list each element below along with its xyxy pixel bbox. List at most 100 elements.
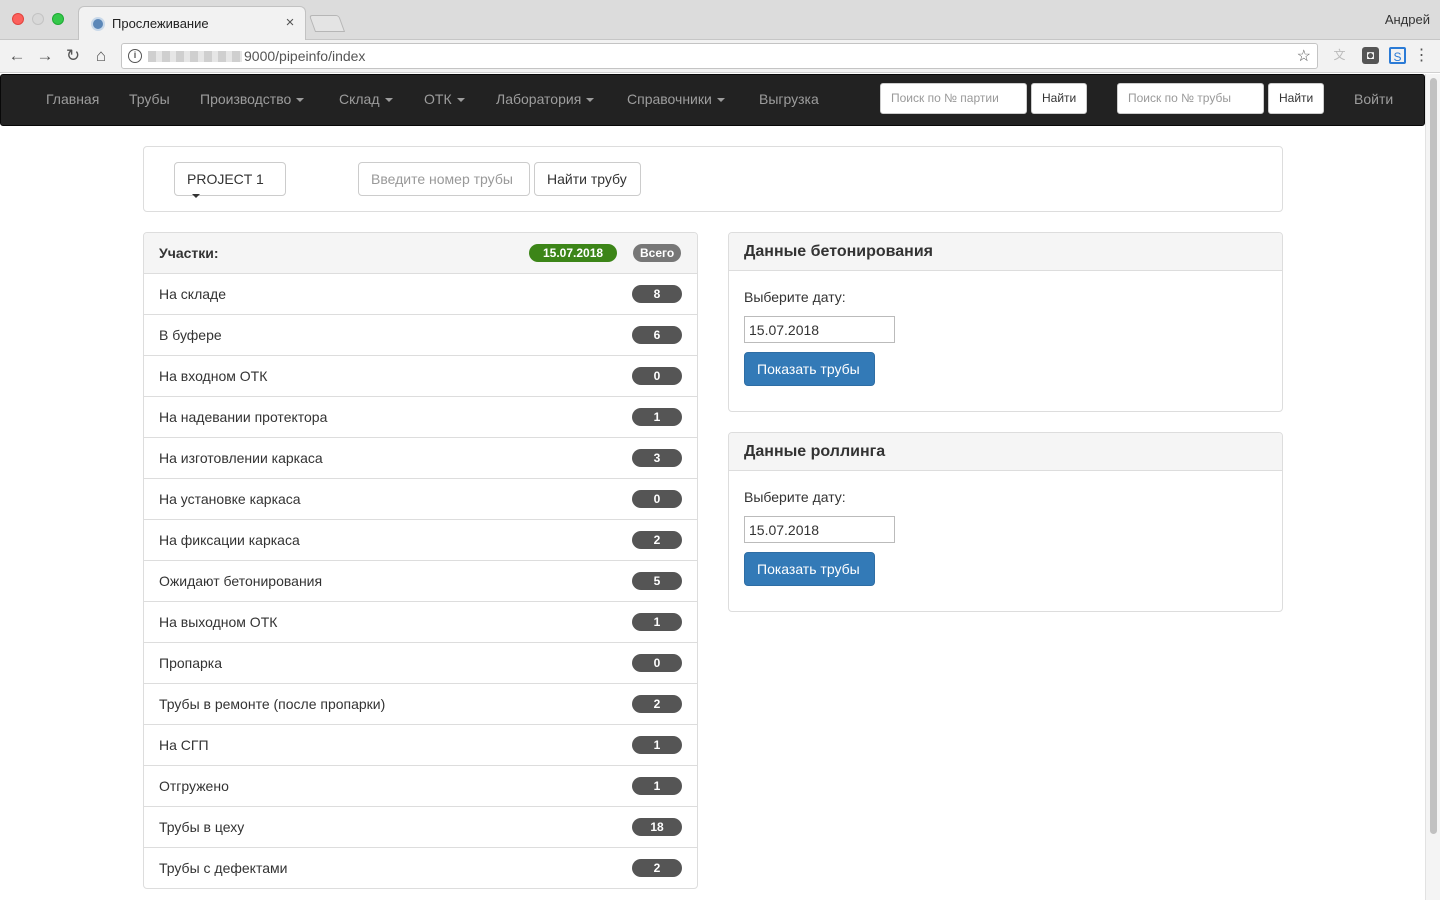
- nav-home[interactable]: Главная: [46, 91, 99, 107]
- section-label: Трубы в цеху: [159, 819, 245, 835]
- rolling-header: Данные роллинга: [729, 433, 1282, 471]
- nav-production-dropdown[interactable]: Производство: [200, 91, 305, 107]
- bookmark-star-icon[interactable]: ☆: [1297, 46, 1311, 66]
- list-item[interactable]: В буфере 6: [144, 315, 697, 356]
- pipe-search-input[interactable]: Поиск по № трубы: [1117, 83, 1264, 114]
- pipe-number-input[interactable]: Введите номер трубы: [358, 162, 530, 196]
- forward-arrow-icon[interactable]: →: [34, 45, 56, 67]
- concreting-show-pipes-button[interactable]: Показать трубы: [744, 352, 875, 386]
- section-label: На фиксации каркаса: [159, 532, 300, 548]
- list-item[interactable]: На установке каркаса 0: [144, 479, 697, 520]
- sync-extension-icon[interactable]: S: [1389, 47, 1406, 64]
- list-item[interactable]: Трубы в цеху 18: [144, 807, 697, 848]
- browser-tabbar: Прослеживание × Андрей: [0, 0, 1440, 41]
- count-badge: 0: [632, 490, 682, 508]
- home-icon[interactable]: ⌂: [90, 45, 112, 67]
- nav-references-label: Справочники: [627, 91, 712, 107]
- nav-otk-label: ОТК: [424, 91, 452, 107]
- profile-name[interactable]: Андрей: [1385, 12, 1430, 27]
- pipe-search-panel: PROJECT 1 Введите номер трубы Найти труб…: [143, 146, 1283, 212]
- list-item[interactable]: На надевании протектора 1: [144, 397, 697, 438]
- chevron-down-icon: [192, 194, 200, 199]
- maximize-window-button[interactable]: [52, 13, 64, 25]
- total-badge: Всего: [633, 244, 682, 262]
- count-badge: 2: [632, 859, 682, 877]
- rolling-date-input[interactable]: 15.07.2018: [744, 516, 895, 543]
- close-window-button[interactable]: [12, 13, 24, 25]
- list-item[interactable]: На входном ОТК 0: [144, 356, 697, 397]
- batch-find-button[interactable]: Найти: [1031, 83, 1087, 114]
- batch-search-input[interactable]: Поиск по № партии: [880, 83, 1027, 114]
- project-dropdown[interactable]: PROJECT 1: [174, 162, 286, 199]
- list-item[interactable]: Отгружено 1: [144, 766, 697, 807]
- section-label: На надевании протектора: [159, 409, 328, 425]
- list-item[interactable]: На выходном ОТК 1: [144, 602, 697, 643]
- list-item[interactable]: Трубы с дефектами 2: [144, 848, 697, 888]
- tab-close-icon[interactable]: ×: [283, 14, 297, 31]
- list-item[interactable]: Трубы в ремонте (после пропарки) 2: [144, 684, 697, 725]
- sections-title: Участки:: [159, 245, 219, 261]
- section-label: На складе: [159, 286, 226, 302]
- section-label: Пропарка: [159, 655, 223, 671]
- count-badge: 5: [632, 572, 682, 590]
- section-label: На изготовлении каркаса: [159, 450, 323, 466]
- count-badge: 0: [632, 367, 682, 385]
- tab-title: Прослеживание: [112, 16, 209, 31]
- translate-extension-icon[interactable]: 文: [1331, 47, 1348, 64]
- browser-tab-active[interactable]: Прослеживание ×: [78, 6, 306, 41]
- count-badge: 1: [632, 777, 682, 795]
- section-label: Трубы с дефектами: [159, 860, 288, 876]
- list-item[interactable]: На складе 8: [144, 274, 697, 315]
- section-label: В буфере: [159, 327, 222, 343]
- nav-laboratory-label: Лаборатория: [496, 91, 582, 107]
- back-arrow-icon[interactable]: ←: [6, 45, 28, 67]
- url-text[interactable]: 9000/pipeinfo/index: [244, 48, 365, 64]
- app-navbar: Главная Трубы Производство Склад ОТК Лаб…: [0, 74, 1425, 126]
- count-badge: 18: [632, 818, 682, 836]
- section-label: На входном ОТК: [159, 368, 268, 384]
- list-item[interactable]: На изготовлении каркаса 3: [144, 438, 697, 479]
- list-item[interactable]: Ожидают бетонирования 5: [144, 561, 697, 602]
- minimize-window-button[interactable]: [32, 13, 44, 25]
- pipe-find-button[interactable]: Найти: [1268, 83, 1324, 114]
- project-label: PROJECT 1: [187, 171, 264, 187]
- rolling-title: Данные роллинга: [744, 443, 886, 460]
- reload-icon[interactable]: ↻: [62, 45, 84, 67]
- chevron-down-icon: [384, 98, 393, 103]
- nav-references-dropdown[interactable]: Справочники: [627, 91, 725, 107]
- scroll-thumb[interactable]: [1430, 78, 1437, 834]
- find-pipe-button[interactable]: Найти трубу: [534, 162, 641, 196]
- count-badge: 2: [632, 531, 682, 549]
- chevron-down-icon: [456, 98, 465, 103]
- nav-laboratory-dropdown[interactable]: Лаборатория: [496, 91, 595, 107]
- shield-extension-icon[interactable]: ◘: [1362, 47, 1379, 64]
- list-item[interactable]: На СГП 1: [144, 725, 697, 766]
- nav-otk-dropdown[interactable]: ОТК: [424, 91, 465, 107]
- favicon-icon: [91, 17, 105, 31]
- sections-panel: Участки: 15.07.2018 Всего На складе 8 В б…: [143, 232, 698, 889]
- browser-toolbar: ← → ↻ ⌂ i 9000/pipeinfo/index ☆ 文 ◘ S ⋮: [0, 40, 1440, 73]
- nav-warehouse-dropdown[interactable]: Склад: [339, 91, 393, 107]
- section-label: Ожидают бетонирования: [159, 573, 323, 589]
- address-bar[interactable]: i 9000/pipeinfo/index ☆: [121, 43, 1318, 69]
- list-item[interactable]: Пропарка 0: [144, 643, 697, 684]
- count-badge: 1: [632, 408, 682, 426]
- rolling-panel: Данные роллинга Выберите дату: 15.07.201…: [728, 432, 1283, 612]
- chevron-down-icon: [716, 98, 725, 103]
- concreting-panel: Данные бетонирования Выберите дату: 15.0…: [728, 232, 1283, 412]
- page-scrollbar[interactable]: [1425, 74, 1440, 900]
- rolling-date-label: Выберите дату:: [744, 489, 846, 505]
- list-item[interactable]: На фиксации каркаса 2: [144, 520, 697, 561]
- nav-export[interactable]: Выгрузка: [759, 91, 819, 107]
- new-tab-button[interactable]: [308, 15, 346, 32]
- count-badge: 1: [632, 613, 682, 631]
- login-link[interactable]: Войти: [1354, 91, 1393, 107]
- nav-pipes[interactable]: Трубы: [129, 91, 170, 107]
- info-icon[interactable]: i: [128, 49, 142, 63]
- section-label: На установке каркаса: [159, 491, 301, 507]
- count-badge: 3: [632, 449, 682, 467]
- chevron-down-icon: [296, 98, 305, 103]
- concreting-date-input[interactable]: 15.07.2018: [744, 316, 895, 343]
- rolling-show-pipes-button[interactable]: Показать трубы: [744, 552, 875, 586]
- menu-kebab-icon[interactable]: ⋮: [1413, 47, 1430, 64]
